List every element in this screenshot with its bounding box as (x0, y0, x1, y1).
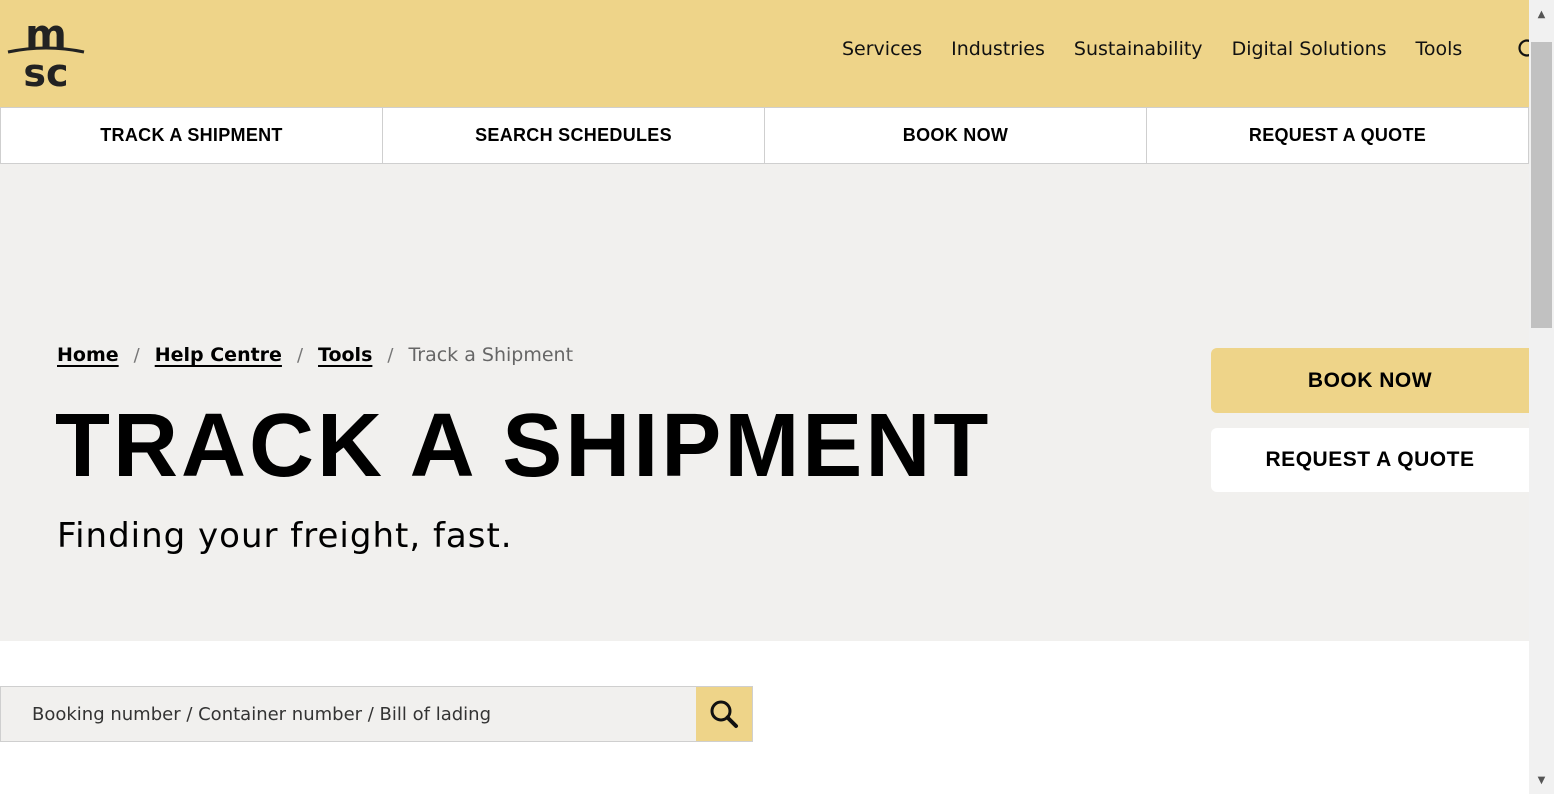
breadcrumb-separator: / (133, 344, 140, 366)
msc-logo[interactable]: m sc (6, 10, 86, 90)
scrollbar-thumb[interactable] (1531, 42, 1552, 328)
hero-section: Home / Help Centre / Tools / Track a Shi… (0, 164, 1529, 641)
quick-search-schedules[interactable]: SEARCH SCHEDULES (382, 108, 764, 163)
request-quote-button[interactable]: REQUEST A QUOTE (1211, 428, 1529, 492)
scroll-down-arrow-icon[interactable]: ▼ (1529, 766, 1554, 794)
quick-actions-bar: TRACK A SHIPMENT SEARCH SCHEDULES BOOK N… (0, 107, 1529, 164)
breadcrumb-help-centre[interactable]: Help Centre (155, 344, 282, 366)
breadcrumb-tools[interactable]: Tools (318, 344, 372, 366)
quick-request-quote[interactable]: REQUEST A QUOTE (1146, 108, 1529, 163)
svg-text:sc: sc (23, 51, 68, 90)
breadcrumb-current: Track a Shipment (408, 344, 574, 366)
scroll-up-arrow-icon[interactable]: ▲ (1529, 0, 1554, 28)
nav-item-services[interactable]: Services (842, 38, 922, 60)
breadcrumb: Home / Help Centre / Tools / Track a Shi… (57, 344, 573, 366)
tracking-search-form (0, 686, 753, 742)
breadcrumb-separator: / (387, 344, 394, 366)
quick-book-now[interactable]: BOOK NOW (764, 108, 1146, 163)
page-title: TRACK A SHIPMENT (55, 396, 992, 496)
nav-item-sustainability[interactable]: Sustainability (1074, 38, 1203, 60)
quick-track-shipment[interactable]: TRACK A SHIPMENT (0, 108, 382, 163)
search-submit-button[interactable] (696, 687, 752, 741)
msc-logo-icon: m sc (7, 12, 85, 90)
tracking-search-input[interactable] (1, 687, 696, 741)
nav-item-digital-solutions[interactable]: Digital Solutions (1232, 38, 1387, 60)
site-header: m sc Services Industries Sustainability … (0, 0, 1531, 107)
magnifier-icon (710, 700, 738, 728)
page-scrollbar[interactable]: ▲ ▼ (1529, 0, 1554, 794)
nav-item-tools[interactable]: Tools (1416, 38, 1463, 60)
breadcrumb-home[interactable]: Home (57, 344, 119, 366)
nav-item-industries[interactable]: Industries (951, 38, 1045, 60)
breadcrumb-separator: / (296, 344, 304, 366)
page-subtitle: Finding your freight, fast. (57, 516, 513, 556)
main-nav: Services Industries Sustainability Digit… (842, 38, 1491, 60)
book-now-button[interactable]: BOOK NOW (1211, 348, 1529, 413)
